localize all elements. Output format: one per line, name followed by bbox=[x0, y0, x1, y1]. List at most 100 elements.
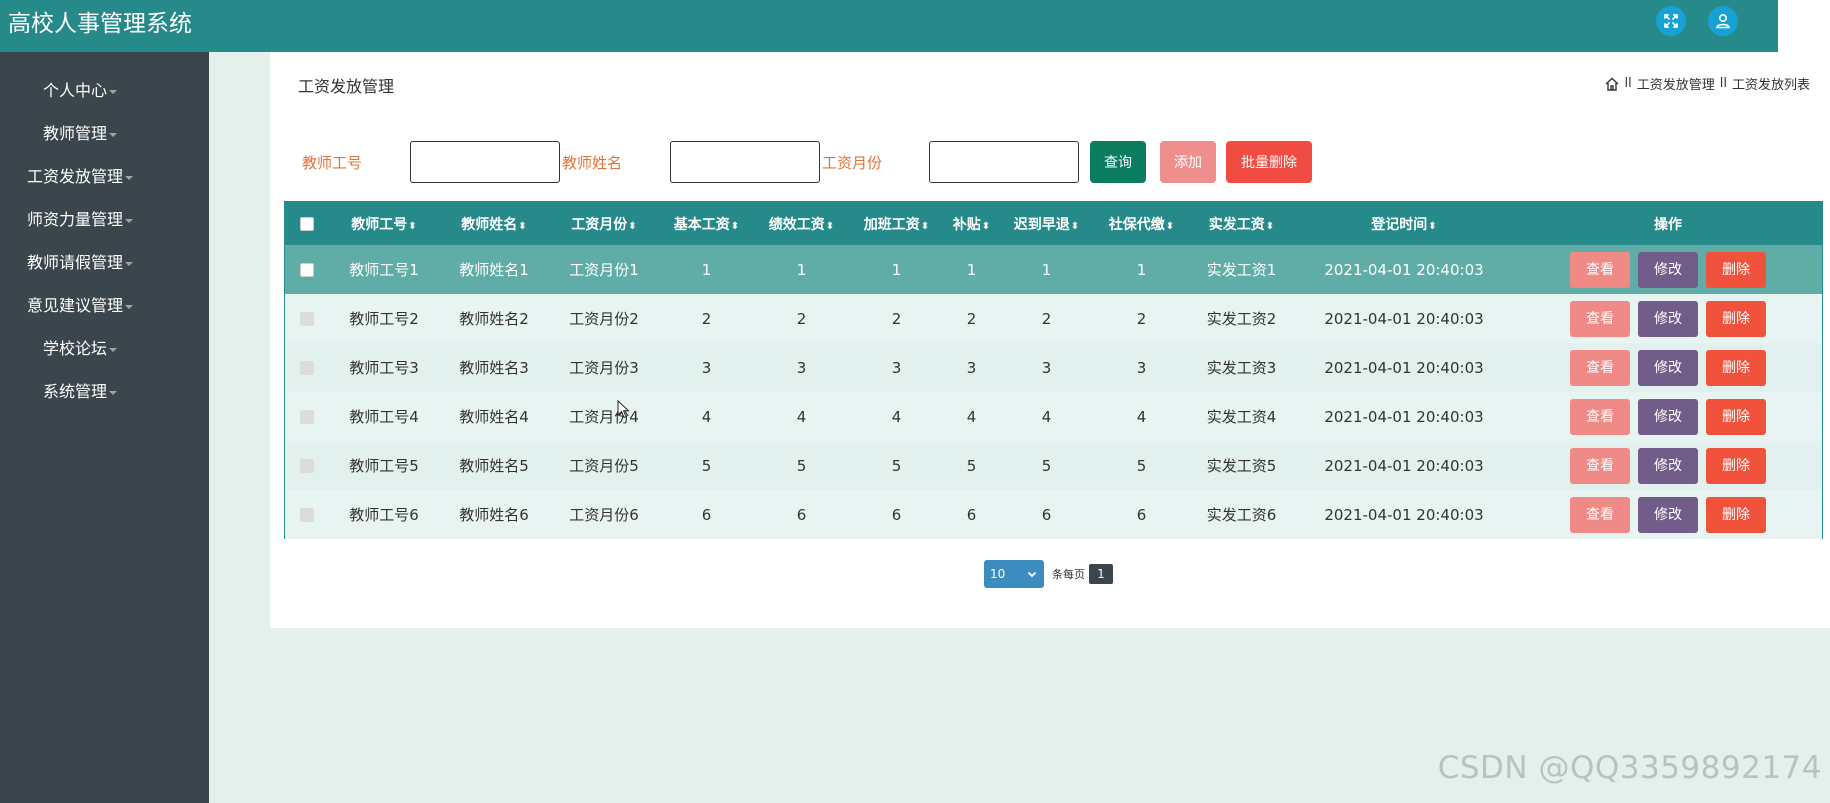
select-all-checkbox[interactable] bbox=[300, 216, 314, 231]
edit-button[interactable]: 修改 bbox=[1638, 447, 1698, 484]
query-button[interactable]: 查询 bbox=[1090, 141, 1146, 183]
edit-button[interactable]: 修改 bbox=[1638, 300, 1698, 337]
row-checkbox[interactable] bbox=[300, 263, 314, 277]
delete-button[interactable]: 删除 bbox=[1706, 349, 1766, 386]
table-row: 教师工号6 教师姓名6 工资月份6 6 6 6 6 6 6 实发工资6 2021-04-01 20:… bbox=[285, 490, 1822, 539]
app-title: 高校人事管理系统 bbox=[8, 11, 192, 37]
caret-down-icon bbox=[125, 261, 133, 266]
table-cell: 教师工号4 bbox=[349, 408, 419, 426]
table-cell: 5 bbox=[701, 456, 712, 475]
column-header[interactable]: 加班工资⬍ bbox=[849, 202, 944, 245]
row-checkbox[interactable] bbox=[300, 508, 314, 522]
sidebar-item-leave-management[interactable]: 教师请假管理 bbox=[0, 248, 160, 278]
row-select-cell bbox=[285, 490, 329, 539]
edit-button[interactable]: 修改 bbox=[1638, 398, 1698, 435]
column-header[interactable]: 社保代缴⬍ bbox=[1094, 202, 1189, 245]
table-cell: 3 bbox=[891, 358, 902, 377]
column-header[interactable]: 迟到早退⬍ bbox=[999, 202, 1094, 245]
breadcrumb-item[interactable]: 工资发放管理 bbox=[1637, 74, 1715, 93]
salary-month-input[interactable] bbox=[929, 141, 1079, 183]
table-row: 教师工号1 教师姓名1 工资月份1 1 1 1 1 1 1 实发工资1 2021-04-01 20:… bbox=[285, 245, 1822, 294]
actions-cell: 查看 修改 删除 bbox=[1514, 441, 1822, 490]
page-number[interactable]: 1 bbox=[1089, 564, 1113, 584]
view-button[interactable]: 查看 bbox=[1570, 447, 1630, 484]
breadcrumb-separator: ll bbox=[1624, 76, 1632, 91]
page-title: 工资发放管理 bbox=[298, 77, 395, 96]
delete-button[interactable]: 删除 bbox=[1706, 251, 1766, 288]
edit-button[interactable]: 修改 bbox=[1638, 349, 1698, 386]
row-checkbox[interactable] bbox=[300, 410, 314, 424]
table-cell: 1 bbox=[966, 260, 977, 279]
edit-button[interactable]: 修改 bbox=[1638, 496, 1698, 533]
row-checkbox[interactable] bbox=[300, 361, 314, 375]
sort-icon: ⬍ bbox=[408, 220, 417, 232]
pagination: 10 条每页 1 bbox=[984, 560, 1113, 588]
home-icon[interactable] bbox=[1604, 76, 1620, 92]
sidebar-item-teacher-management[interactable]: 教师管理 bbox=[0, 119, 160, 149]
sort-icon: ⬍ bbox=[1428, 220, 1437, 232]
column-header[interactable]: 教师姓名⬍ bbox=[439, 202, 549, 245]
caret-down-icon bbox=[125, 304, 133, 309]
column-header[interactable]: 绩效工资⬍ bbox=[754, 202, 849, 245]
sidebar-item-label: 意见建议管理 bbox=[26, 296, 123, 315]
table-cell: 实发工资4 bbox=[1206, 408, 1277, 426]
sidebar-item-faculty-management[interactable]: 师资力量管理 bbox=[0, 205, 160, 235]
mouse-cursor-icon bbox=[617, 400, 630, 419]
view-button[interactable]: 查看 bbox=[1570, 251, 1630, 288]
view-button[interactable]: 查看 bbox=[1570, 300, 1630, 337]
caret-down-icon bbox=[109, 132, 117, 137]
table-row: 教师工号2 教师姓名2 工资月份2 2 2 2 2 2 2 实发工资2 2021-04-01 20:… bbox=[285, 294, 1822, 343]
sort-icon: ⬍ bbox=[920, 220, 930, 232]
row-checkbox[interactable] bbox=[300, 312, 314, 326]
view-button[interactable]: 查看 bbox=[1570, 398, 1630, 435]
chevron-down-icon bbox=[1027, 571, 1037, 578]
column-header[interactable]: 基本工资⬍ bbox=[659, 202, 754, 245]
row-select-cell bbox=[285, 294, 329, 343]
table-cell: 3 bbox=[966, 358, 977, 377]
column-header[interactable]: 教师工号⬍ bbox=[329, 202, 439, 245]
column-header[interactable]: 补贴⬍ bbox=[944, 202, 999, 245]
table-cell: 实发工资6 bbox=[1206, 506, 1277, 524]
sidebar-item-system-management[interactable]: 系统管理 bbox=[0, 377, 160, 407]
add-button[interactable]: 添加 bbox=[1160, 141, 1216, 183]
view-button[interactable]: 查看 bbox=[1570, 349, 1630, 386]
sidebar-item-forum[interactable]: 学校论坛 bbox=[0, 334, 160, 364]
caret-down-icon bbox=[109, 89, 117, 94]
delete-button[interactable]: 删除 bbox=[1706, 398, 1766, 435]
fullscreen-icon[interactable] bbox=[1656, 6, 1686, 36]
table-cell: 6 bbox=[966, 505, 977, 524]
table-row: 教师工号3 教师姓名3 工资月份3 3 3 3 3 3 3 实发工资3 2021-04-01 20:… bbox=[285, 343, 1822, 392]
table-cell: 4 bbox=[1041, 407, 1052, 426]
user-icon[interactable] bbox=[1708, 6, 1738, 36]
delete-button[interactable]: 删除 bbox=[1706, 300, 1766, 337]
delete-button[interactable]: 删除 bbox=[1706, 496, 1766, 533]
view-button[interactable]: 查看 bbox=[1570, 496, 1630, 533]
table-cell: 工资月份5 bbox=[569, 457, 639, 475]
watermark: CSDN @QQ3359892174 bbox=[1437, 750, 1822, 786]
delete-button[interactable]: 删除 bbox=[1706, 447, 1766, 484]
table-cell: 工资月份4 bbox=[569, 408, 639, 426]
column-header[interactable]: 工资月份⬍ bbox=[549, 202, 659, 245]
row-select-cell bbox=[285, 245, 329, 294]
sidebar-item-personal-center[interactable]: 个人中心 bbox=[0, 76, 160, 106]
batch-delete-button[interactable]: 批量删除 bbox=[1226, 141, 1312, 183]
row-checkbox[interactable] bbox=[300, 459, 314, 473]
table-cell: 教师工号6 bbox=[349, 506, 419, 524]
teacher-name-input[interactable] bbox=[670, 141, 820, 183]
teacher-id-input[interactable] bbox=[410, 141, 560, 183]
column-header[interactable]: 实发工资⬍ bbox=[1189, 202, 1294, 245]
table-cell: 实发工资3 bbox=[1206, 359, 1277, 377]
table-cell: 2 bbox=[1136, 309, 1147, 328]
table-cell: 2 bbox=[796, 309, 807, 328]
edit-button[interactable]: 修改 bbox=[1638, 251, 1698, 288]
select-all-cell bbox=[285, 202, 329, 245]
table-cell: 1 bbox=[891, 260, 902, 279]
caret-down-icon bbox=[125, 175, 133, 180]
sidebar-item-salary-management[interactable]: 工资发放管理 bbox=[0, 162, 160, 192]
column-header[interactable]: 登记时间⬍ bbox=[1294, 202, 1514, 245]
sidebar-item-feedback-management[interactable]: 意见建议管理 bbox=[0, 291, 160, 321]
table-cell: 实发工资5 bbox=[1206, 457, 1277, 475]
page-size-select[interactable]: 10 bbox=[984, 560, 1044, 588]
breadcrumb-item[interactable]: 工资发放列表 bbox=[1732, 74, 1810, 93]
sidebar-item-label: 学校论坛 bbox=[42, 339, 107, 358]
